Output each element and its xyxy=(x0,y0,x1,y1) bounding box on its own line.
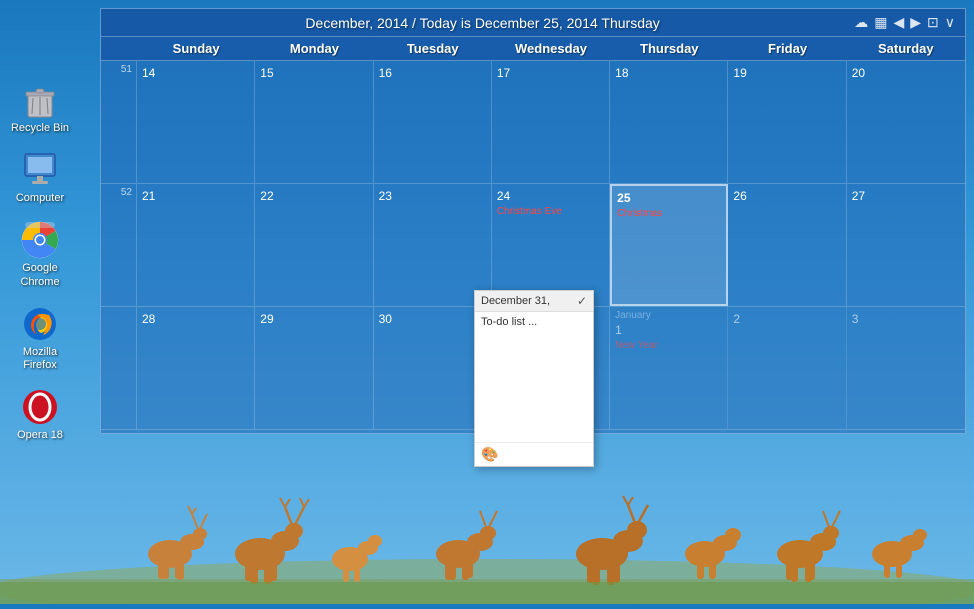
opera-label: Opera 18 xyxy=(17,429,63,442)
popup-date-label: December 31, xyxy=(481,295,550,307)
forward-button[interactable]: ▶ xyxy=(910,14,921,31)
chrome-image xyxy=(20,220,60,260)
firefox-label: Mozilla Firefox xyxy=(5,346,75,372)
popup-content: To-do list ... xyxy=(481,316,537,328)
day-header-mon: Monday xyxy=(255,37,373,60)
cal-day-28[interactable]: 28 xyxy=(137,307,255,429)
day-header-sat: Saturday xyxy=(847,37,965,60)
computer-icon[interactable]: Computer xyxy=(5,150,75,205)
computer-image xyxy=(20,150,60,190)
popup-note: December 31, ✓ To-do list ... 🎨 xyxy=(474,290,594,467)
computer-label: Computer xyxy=(16,192,64,205)
header-controls: ☁ ▦ ◀ ▶ ⊡ ∨ xyxy=(854,14,955,31)
cal-day-19[interactable]: 19 xyxy=(728,61,846,183)
calendar-title: December, 2014 / Today is December 25, 2… xyxy=(111,15,854,31)
firefox-image xyxy=(20,304,60,344)
cal-day-jan-1[interactable]: January 1 New Year xyxy=(610,307,728,429)
back-button[interactable]: ◀ xyxy=(893,14,904,31)
dropdown-button[interactable]: ∨ xyxy=(945,14,955,31)
cal-day-jan-2[interactable]: 2 xyxy=(728,307,846,429)
day-header-fri: Friday xyxy=(728,37,846,60)
cal-day-17[interactable]: 17 xyxy=(492,61,610,183)
popup-note-footer: 🎨 xyxy=(475,442,593,466)
mozilla-firefox-icon[interactable]: Mozilla Firefox xyxy=(5,304,75,372)
cal-day-18[interactable]: 18 xyxy=(610,61,728,183)
cal-day-27[interactable]: 27 xyxy=(847,184,965,306)
day-header-sun: Sunday xyxy=(137,37,255,60)
cal-day-24[interactable]: 24 Christmas Eve xyxy=(492,184,610,306)
google-chrome-icon[interactable]: Google Chrome xyxy=(5,220,75,288)
week-num-blank xyxy=(101,307,137,429)
desktop-icons: Recycle Bin Computer xyxy=(5,80,75,442)
monitor-button[interactable]: ⊡ xyxy=(927,14,939,31)
popup-check-button[interactable]: ✓ xyxy=(577,294,587,308)
day-header-thu: Thursday xyxy=(610,37,728,60)
cal-day-15[interactable]: 15 xyxy=(255,61,373,183)
day-header-wed: Wednesday xyxy=(492,37,610,60)
recycle-bin-icon[interactable]: Recycle Bin xyxy=(5,80,75,135)
week-num-51: 51 xyxy=(101,61,137,183)
opera-image xyxy=(20,387,60,427)
calendar-week-1: 51 14 15 16 17 18 19 20 xyxy=(101,61,965,184)
calendar-button[interactable]: ▦ xyxy=(874,14,887,31)
calendar-week-2: 52 21 22 23 24 Christmas Eve 25 Christma… xyxy=(101,184,965,307)
palette-icon[interactable]: 🎨 xyxy=(481,446,498,463)
recycle-bin-image xyxy=(20,80,60,120)
new-year-event: New Year xyxy=(615,340,722,351)
cloud-button[interactable]: ☁ xyxy=(854,14,868,31)
week-num-header-blank xyxy=(101,37,137,60)
christmas-eve-event: Christmas Eve xyxy=(497,206,604,217)
cal-day-23[interactable]: 23 xyxy=(374,184,492,306)
cal-day-29[interactable]: 29 xyxy=(255,307,373,429)
cal-day-26[interactable]: 26 xyxy=(728,184,846,306)
week-num-52: 52 xyxy=(101,184,137,306)
cal-day-20[interactable]: 20 xyxy=(847,61,965,183)
cal-day-21[interactable]: 21 xyxy=(137,184,255,306)
calendar-header: December, 2014 / Today is December 25, 2… xyxy=(101,9,965,37)
january-label: January xyxy=(615,310,722,321)
opera-icon[interactable]: Opera 18 xyxy=(5,387,75,442)
cal-day-25-today[interactable]: 25 Christmas xyxy=(610,184,728,306)
popup-note-header: December 31, ✓ xyxy=(475,291,593,312)
chrome-label: Google Chrome xyxy=(5,262,75,288)
cal-day-jan-3[interactable]: 3 xyxy=(847,307,965,429)
recycle-bin-label: Recycle Bin xyxy=(11,122,69,135)
popup-note-body[interactable]: To-do list ... xyxy=(475,312,593,442)
cal-day-22[interactable]: 22 xyxy=(255,184,373,306)
day-header-tue: Tuesday xyxy=(374,37,492,60)
cal-day-16[interactable]: 16 xyxy=(374,61,492,183)
christmas-event: Christmas xyxy=(617,208,721,219)
calendar-days-header: Sunday Monday Tuesday Wednesday Thursday… xyxy=(101,37,965,61)
cal-day-14[interactable]: 14 xyxy=(137,61,255,183)
